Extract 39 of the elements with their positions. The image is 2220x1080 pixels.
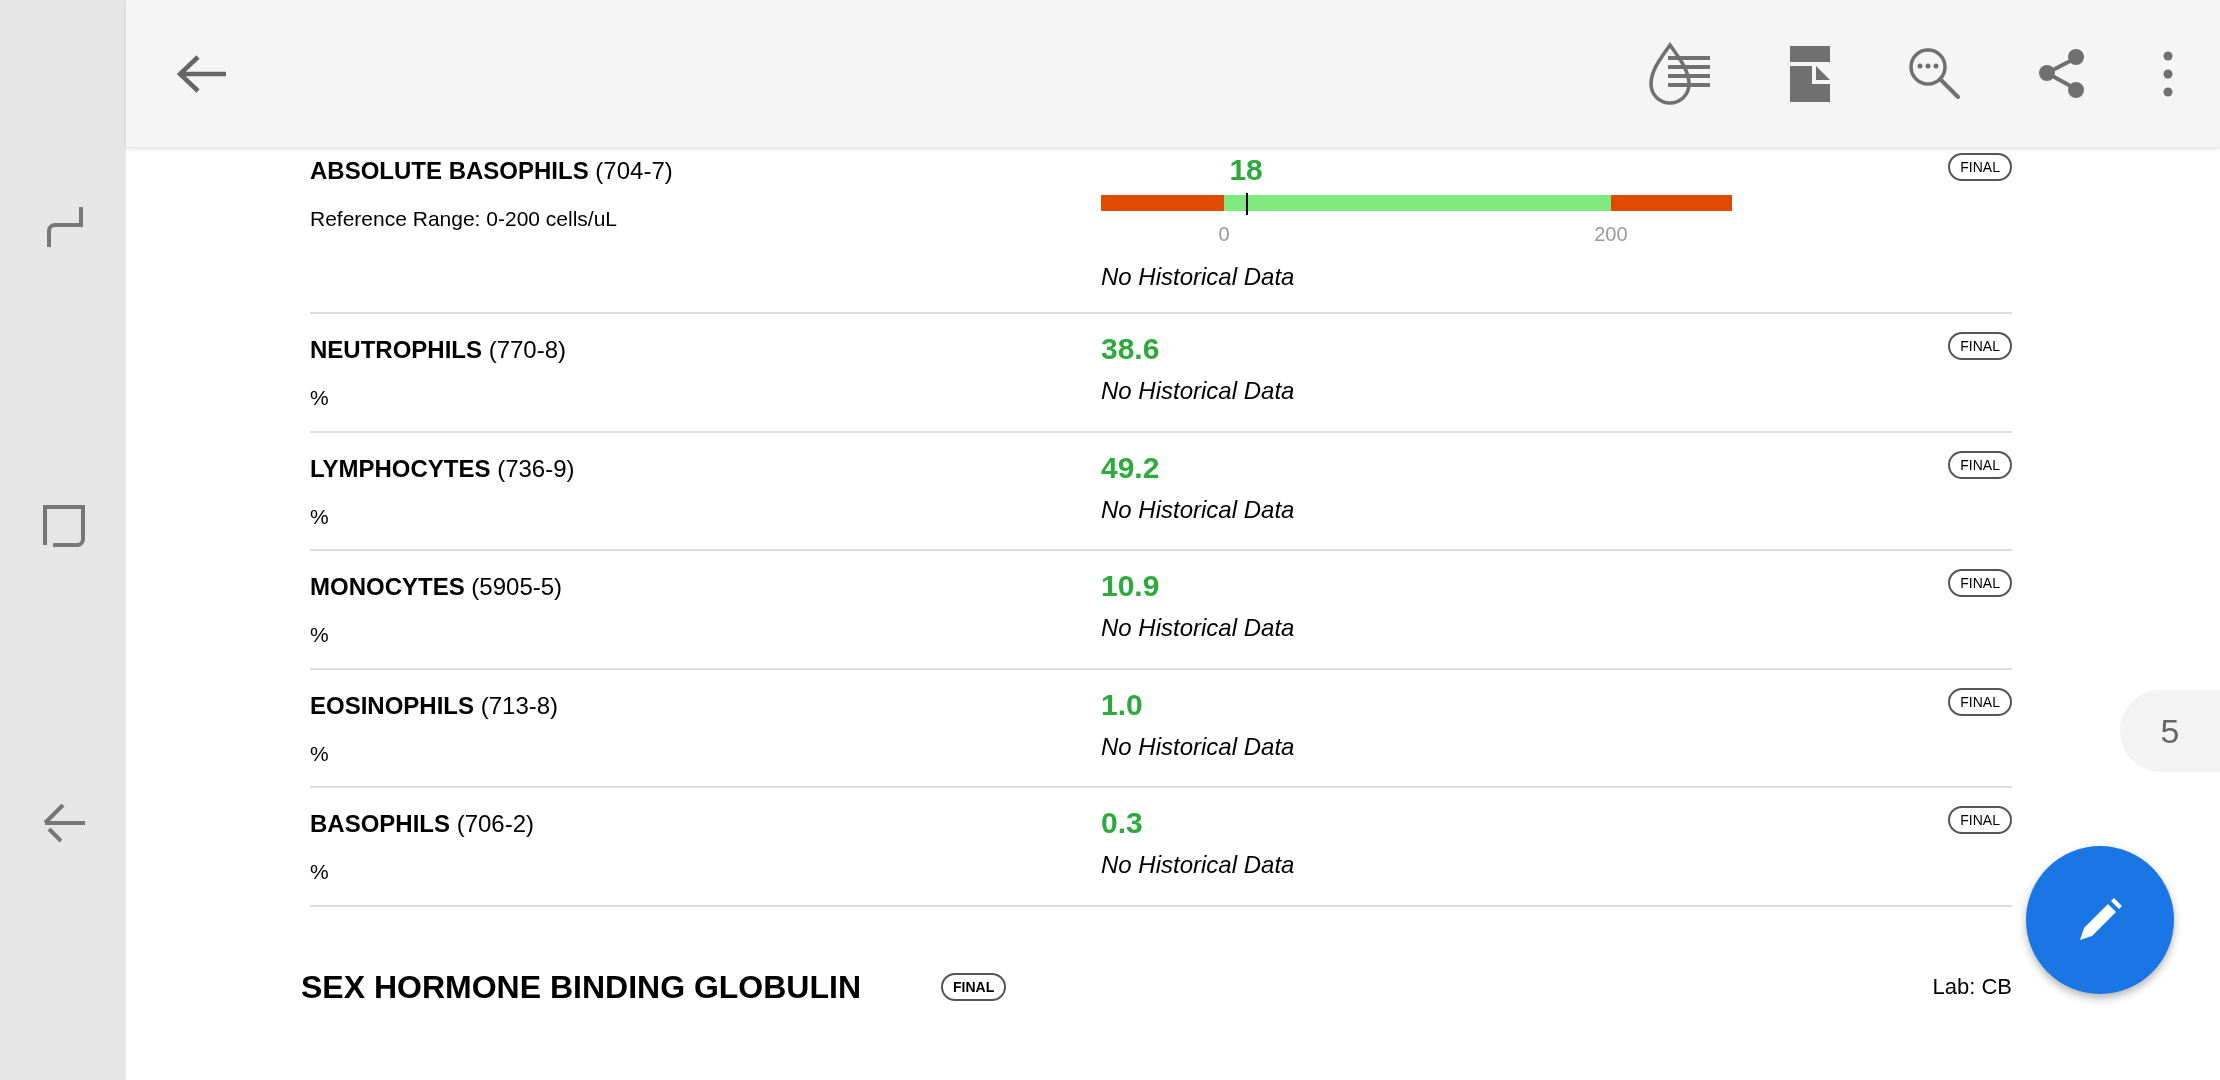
result-value: 1.0 [1101, 687, 1144, 721]
history-note: No Historical Data [1101, 494, 1296, 525]
edit-button[interactable] [2026, 846, 2174, 994]
back-icon[interactable] [41, 801, 85, 845]
result-value: 38.6 [1101, 332, 1161, 365]
status-tag: FINAL [1948, 450, 2012, 479]
unit-label: % [310, 622, 330, 648]
unit-label: % [310, 503, 330, 530]
status-tag: FINAL [1948, 687, 2012, 716]
reference-range: Reference Range: 0-200 cells/uL [310, 206, 619, 232]
status-tag: FINAL [941, 972, 1007, 1001]
status-tag: FINAL [1948, 806, 2012, 834]
unit-label: % [310, 740, 330, 767]
status-tag: FINAL [1948, 332, 2012, 360]
test-name: BASOPHILS (706-2) [310, 809, 536, 839]
test-name: ABSOLUTE BASOPHILS (704-7) [310, 156, 674, 186]
test-name: LYMPHOCYTES (736-9) [310, 453, 576, 484]
lab-label: Lab: CB [1932, 973, 2012, 1001]
status-tag: FINAL [1948, 569, 2012, 597]
result-value: 0.3 [1101, 806, 1144, 839]
history-note: No Historical Data [1101, 850, 1296, 880]
unit-label: % [310, 385, 330, 411]
test-name: EOSINOPHILS (713-8) [310, 690, 560, 721]
history-note: No Historical Data [1101, 731, 1296, 762]
page-indicator: 5 [2120, 690, 2220, 772]
unit-label: % [310, 859, 330, 885]
result-value: 49.2 [1101, 450, 1161, 484]
result-value: 10.9 [1101, 569, 1161, 602]
status-tag: FINAL [1948, 153, 2012, 181]
test-name: MONOCYTES (5905-5) [310, 572, 564, 602]
result-value: 18 [1229, 153, 1263, 186]
section-title: SEX HORMONE BINDING GLOBULIN [301, 967, 862, 1007]
history-note: No Historical Data [1101, 376, 1296, 406]
tick-label: 200 [1594, 222, 1628, 247]
tick-label: 0 [1218, 222, 1230, 247]
test-name: NEUTROPHILS (770-8) [310, 335, 568, 365]
home-icon[interactable] [41, 503, 85, 547]
history-note: No Historical Data [1101, 262, 1296, 292]
history-note: No Historical Data [1101, 613, 1296, 643]
